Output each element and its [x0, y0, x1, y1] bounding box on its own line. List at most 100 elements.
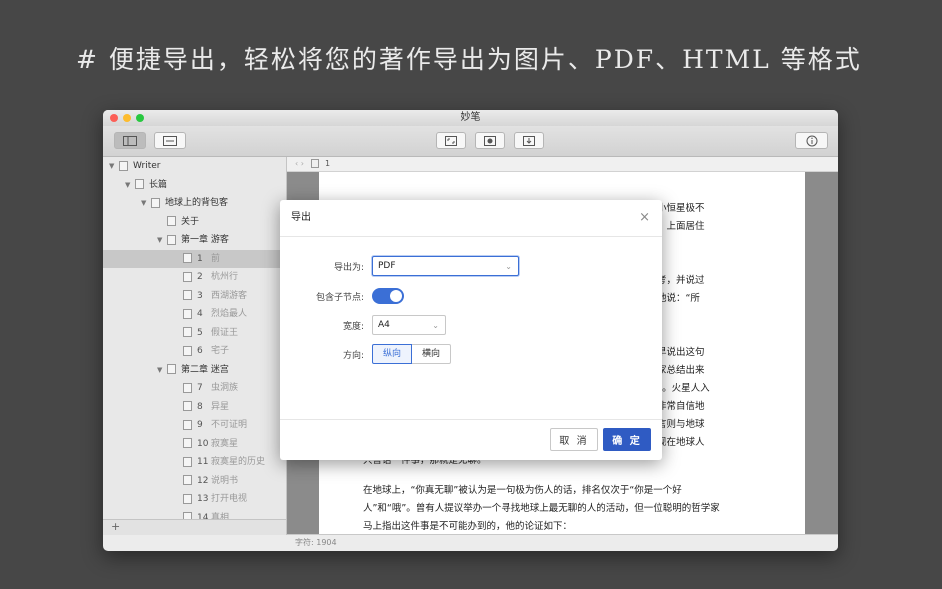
document-icon: [183, 493, 192, 504]
sidebar-item-label: 前: [211, 253, 221, 264]
chevron-down-icon[interactable]: ▼: [157, 361, 167, 380]
sidebar-item-number: 10: [197, 438, 209, 449]
document-icon: [151, 197, 160, 208]
sidebar-toggle-button[interactable]: [114, 132, 146, 149]
fullscreen-button[interactable]: [436, 132, 466, 149]
window-controls: [110, 114, 144, 122]
window-title: 妙笔: [460, 112, 481, 123]
chevron-down-icon: ⌄: [432, 320, 439, 330]
sidebar-item[interactable]: 5 假证王: [103, 324, 286, 343]
sidebar-item[interactable]: 6 宅子: [103, 342, 286, 361]
sidebar-item[interactable]: 12 说明书: [103, 472, 286, 491]
export-format-label: 导出为:: [333, 262, 364, 273]
info-button[interactable]: [795, 132, 828, 149]
width-label: 宽度:: [342, 321, 364, 332]
panel-icon: [163, 135, 177, 146]
sidebar-item-label: 虫洞族: [211, 383, 239, 393]
dialog-footer: 取 消 确 定: [280, 419, 662, 460]
include-children-toggle[interactable]: [372, 288, 404, 304]
sidebar-item[interactable]: ▼ 地球上的背包客: [103, 194, 286, 213]
sidebar-item-number: 1: [197, 253, 203, 264]
sidebar-item-number: 4: [197, 309, 203, 319]
download-icon: [523, 135, 535, 146]
chevron-down-icon[interactable]: ▼: [125, 176, 135, 195]
sidebar-item-label: 打开电视: [211, 494, 248, 504]
document-icon: [183, 438, 192, 448]
sidebar-tree: ▼ 长篇 ▼ 地球上的背包客 关于 ▼ 第一章 游客 1 前 2 杭州行 3 西湖游客 4 烈焰最人 5 假证王…: [103, 176, 286, 535]
sidebar-item[interactable]: 8 异星: [103, 398, 286, 417]
document-icon: [183, 382, 192, 393]
add-item-button[interactable]: +: [103, 519, 286, 535]
export-dialog: 导出 × 导出为: PDF ⌄ 包含子节点: 宽度: A4 ⌄ 方向: 纵向 横…: [280, 200, 662, 460]
folder-icon: [119, 160, 128, 171]
sidebar-item-number: 5: [197, 327, 203, 338]
dialog-header: 导出 ×: [280, 200, 662, 237]
sidebar-item[interactable]: ▼ 第一章 游客: [103, 231, 286, 250]
sidebar-item-number: 2: [197, 272, 203, 282]
chevron-down-icon[interactable]: ▼: [141, 194, 151, 213]
sidebar-item-number: 7: [197, 383, 203, 393]
width-select[interactable]: A4 ⌄: [372, 315, 446, 335]
sidebar-item[interactable]: 关于: [103, 213, 286, 232]
sidebar-item-number: 6: [197, 346, 203, 356]
sidebar-item[interactable]: 1前: [103, 249, 286, 268]
document-icon: [183, 253, 192, 263]
document-icon: [183, 419, 192, 430]
layout-toggle-button[interactable]: [154, 132, 186, 149]
sidebar-root[interactable]: ▼ Writer: [103, 157, 286, 176]
export-format-value: PDF: [378, 261, 396, 271]
sidebar-item[interactable]: 10 寂寞星: [103, 435, 286, 454]
sidebar-item[interactable]: 9 不可证明: [103, 416, 286, 435]
sidebar-item-label: 关于: [181, 216, 200, 227]
cancel-button[interactable]: 取 消: [550, 428, 598, 451]
sidebar-item-number: 8: [197, 401, 203, 412]
sidebar-item-label: 寂寞星的历史: [211, 457, 266, 467]
document-icon: [183, 271, 192, 282]
chevron-down-icon: ⌄: [505, 261, 512, 271]
sidebar-item[interactable]: 4 烈焰最人: [103, 305, 286, 324]
orientation-row: 方向: 纵向 横向: [280, 344, 452, 364]
document-icon: [183, 308, 192, 319]
sidebar-item-label: 宅子: [211, 346, 230, 356]
sidebar-item[interactable]: 13 打开电视: [103, 490, 286, 509]
width-row: 宽度: A4 ⌄: [280, 315, 446, 335]
close-window-button[interactable]: [110, 114, 118, 122]
sidebar-item-label: 第一章 游客: [181, 235, 229, 245]
sidebar-item-number: 13: [197, 494, 209, 504]
orientation-label: 方向:: [342, 350, 364, 361]
confirm-button[interactable]: 确 定: [603, 428, 651, 451]
orientation-portrait-button[interactable]: 纵向: [372, 344, 413, 364]
sidebar-item[interactable]: ▼ 长篇: [103, 176, 286, 195]
orientation-landscape-button[interactable]: 横向: [412, 344, 452, 364]
export-button[interactable]: [514, 132, 544, 149]
sidebar-item-label: 烈焰最人: [211, 309, 248, 319]
maximize-window-button[interactable]: [136, 114, 144, 122]
toolbar: [103, 126, 838, 157]
sidebar-item[interactable]: 2 杭州行: [103, 268, 286, 287]
document-icon: [183, 327, 192, 337]
toggle-knob: [390, 290, 402, 302]
document-icon: [183, 475, 192, 485]
title-bar: 妙笔: [103, 110, 838, 126]
folder-icon: [135, 179, 144, 189]
chevron-down-icon[interactable]: ▼: [109, 157, 119, 176]
preview-button[interactable]: [475, 132, 505, 149]
sidebar-item[interactable]: 11 寂寞星的历史: [103, 453, 286, 472]
sidebar-item[interactable]: 7 虫洞族: [103, 379, 286, 398]
document-icon: [183, 290, 192, 300]
sidebar-item-label: 地球上的背包客: [165, 198, 229, 208]
sidebar: ▼ Writer ▼ 长篇 ▼ 地球上的背包客 关于 ▼ 第一章 游客 1 前 2 杭州行 3 西湖游客 4…: [103, 157, 287, 535]
eye-icon: [484, 135, 496, 146]
width-value: A4: [378, 320, 390, 330]
sidebar-item[interactable]: ▼ 第二章 迷宫: [103, 361, 286, 380]
export-format-select[interactable]: PDF ⌄: [372, 256, 519, 276]
chevron-down-icon[interactable]: ▼: [157, 231, 167, 250]
minimize-window-button[interactable]: [123, 114, 131, 122]
document-icon: [183, 345, 192, 356]
sidebar-item-label: 第二章 迷宫: [181, 364, 229, 375]
sidebar-item-label: 长篇: [149, 179, 168, 190]
close-icon[interactable]: ×: [639, 200, 650, 236]
sidebar-item[interactable]: 3 西湖游客: [103, 287, 286, 306]
include-children-row: 包含子节点:: [280, 286, 404, 306]
dialog-title: 导出: [291, 212, 311, 223]
